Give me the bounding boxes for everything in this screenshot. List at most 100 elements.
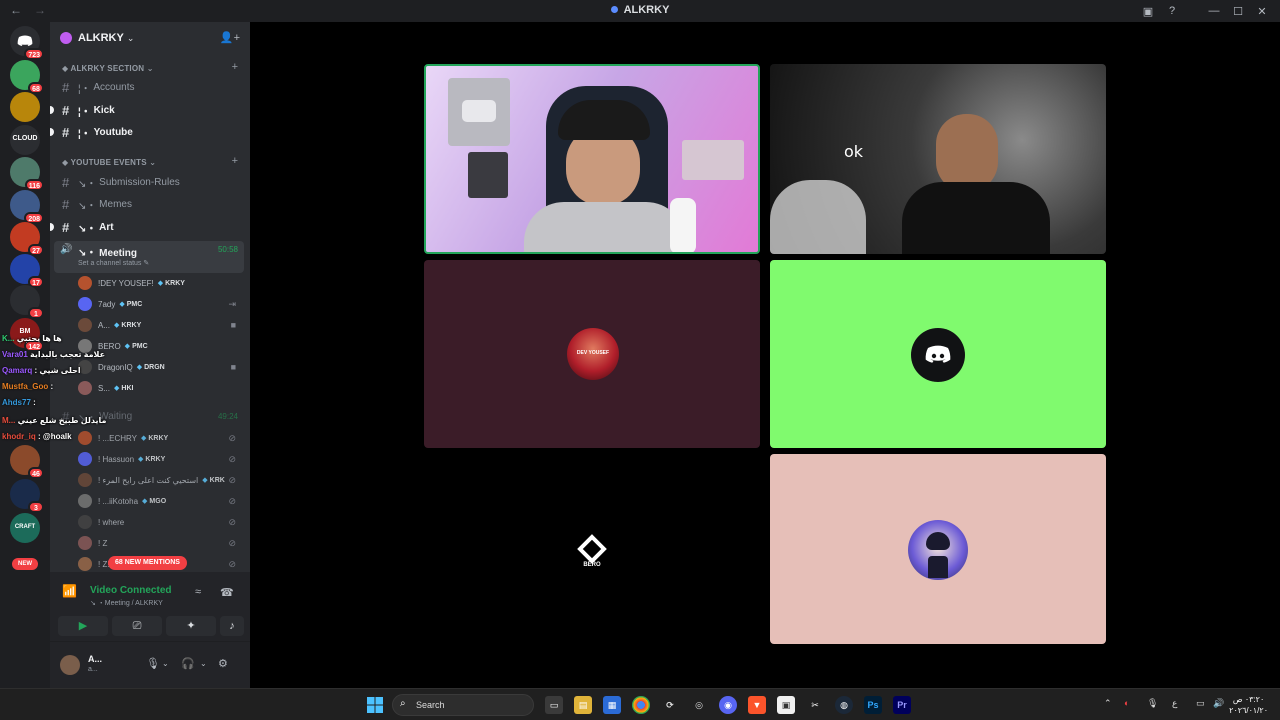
help-icon[interactable]: ? bbox=[1160, 5, 1184, 17]
steam-icon[interactable]: ◍ bbox=[835, 696, 853, 714]
voice-state-icon: ⊘ bbox=[228, 495, 236, 506]
server-icon[interactable]: 3 bbox=[10, 479, 44, 513]
avatar bbox=[78, 318, 92, 332]
chrome-icon[interactable] bbox=[632, 696, 650, 714]
notes-icon[interactable]: ▣ bbox=[777, 696, 795, 714]
voice-user[interactable]: ! ...iiKotoha ◆ MGO ⊘ bbox=[78, 491, 244, 511]
channel-accounts[interactable]: # ¦・ Accounts bbox=[58, 77, 244, 97]
channel-status-button[interactable]: Set a channel status ✎ bbox=[78, 259, 149, 267]
invite-people-icon[interactable]: 👤+ bbox=[220, 31, 240, 44]
channel-youtube[interactable]: # ¦・ Youtube bbox=[50, 122, 244, 142]
volume-icon[interactable]: 🔊 bbox=[1213, 698, 1224, 709]
clock[interactable]: ٠٣:٢٠ ص ٢٠٢٦/٠١/٢٠ bbox=[1229, 694, 1268, 716]
maximize-button[interactable]: ☐ bbox=[1226, 5, 1250, 18]
gear-icon[interactable]: ⚙ bbox=[218, 657, 228, 670]
voice-user[interactable]: ! Hassuon ◆ KRKY ⊘ bbox=[78, 449, 244, 469]
chevron-down-icon[interactable]: ⌄ bbox=[162, 659, 169, 668]
minimize-button[interactable]: — bbox=[1202, 5, 1226, 17]
speaker-icon: 🔊 bbox=[60, 244, 73, 255]
steam-alt-icon[interactable]: ◎ bbox=[690, 696, 708, 714]
voice-status-location[interactable]: ↘ ・Meeting / ALKRKY bbox=[90, 598, 163, 608]
inbox-icon[interactable]: ▣ bbox=[1136, 5, 1160, 18]
gem-icon: ◆ bbox=[142, 498, 148, 505]
server-initials: CRAFT bbox=[14, 524, 36, 530]
headphones-icon[interactable]: 🎧 bbox=[181, 657, 195, 670]
chevron-up-icon[interactable]: ⌃ bbox=[1104, 698, 1112, 709]
store-icon[interactable]: ▦ bbox=[603, 696, 621, 714]
avatar-body bbox=[928, 556, 948, 578]
avatar bbox=[911, 328, 965, 382]
video-tile-1[interactable] bbox=[424, 64, 760, 254]
channel-prefix: ¦・ bbox=[78, 83, 91, 95]
home-button[interactable]: 723 bbox=[10, 26, 44, 60]
new-mentions-button[interactable]: 68 NEW MENTIONS bbox=[108, 556, 187, 570]
video-tile-6[interactable] bbox=[770, 454, 1106, 644]
brave-icon[interactable]: ▼ bbox=[748, 696, 766, 714]
server-header[interactable]: ALKRKY ⌄ 👤+ bbox=[50, 22, 250, 54]
channel-label: Art bbox=[99, 221, 114, 233]
avatar[interactable] bbox=[60, 655, 80, 675]
photoshop-icon[interactable]: Ps bbox=[864, 696, 882, 714]
chat-message: Vara01 علامة تعجب بالبداية bbox=[2, 350, 105, 359]
premiere-icon[interactable]: Pr bbox=[893, 696, 911, 714]
channel-prefix: ↘・ bbox=[78, 178, 97, 190]
video-tile-3[interactable]: DEV YOUSEF bbox=[424, 260, 760, 448]
language-indicator[interactable]: ع bbox=[1172, 698, 1177, 709]
voice-channel-meeting[interactable]: 🔊 ↘・ Meeting 50:58 Set a channel status … bbox=[54, 241, 244, 273]
voice-user[interactable]: ! Z ⊘ bbox=[78, 533, 244, 553]
server-icon[interactable]: 208 bbox=[10, 190, 44, 224]
server-icon[interactable]: 68 bbox=[10, 60, 44, 94]
screen-share-button[interactable]: ⎚ bbox=[112, 616, 162, 636]
microphone-icon[interactable]: 🎙 bbox=[1147, 698, 1158, 709]
start-button[interactable] bbox=[366, 696, 384, 714]
video-tile-2[interactable]: ok bbox=[770, 64, 1106, 254]
signal-icon[interactable]: 📶 bbox=[62, 584, 77, 598]
channel-art[interactable]: # ↘・ Art bbox=[50, 217, 244, 237]
new-unreads-pill[interactable]: NEW bbox=[12, 558, 38, 570]
chevron-down-icon[interactable]: ⌄ bbox=[200, 659, 207, 668]
server-icon[interactable]: CRAFT bbox=[10, 513, 40, 543]
server-icon[interactable]: CLOUD bbox=[10, 125, 40, 155]
capcut-icon[interactable]: ✂ bbox=[806, 696, 824, 714]
create-channel-icon[interactable]: + bbox=[232, 61, 238, 73]
discord-taskbar-icon[interactable]: ◉ bbox=[719, 696, 737, 714]
voice-state-icon: ■ bbox=[230, 362, 236, 372]
activities-button[interactable]: ✦ bbox=[166, 616, 216, 636]
microphone-icon[interactable]: 🎙 bbox=[146, 657, 160, 670]
video-tile-5[interactable]: BERO bbox=[424, 454, 760, 644]
camera-button[interactable]: ▶ bbox=[58, 616, 108, 636]
avatar bbox=[78, 515, 92, 529]
server-icon[interactable]: 116 bbox=[10, 157, 44, 191]
chat-text: : @hoalk bbox=[38, 432, 72, 441]
chat-text: مايدلل طبيخ شلع عيني bbox=[17, 416, 107, 425]
taskbar-search[interactable]: ⌕ Search bbox=[392, 694, 534, 716]
server-icon[interactable] bbox=[10, 92, 40, 122]
soundboard-button[interactable]: ♪ bbox=[220, 616, 244, 636]
file-explorer-icon[interactable]: ▤ bbox=[574, 696, 592, 714]
server-icon[interactable]: 27 bbox=[10, 222, 44, 256]
voice-user[interactable]: ! استحيي كنت اعلى رايح المرء ◆ KRK ⊘ bbox=[78, 470, 244, 490]
voice-user[interactable]: !DEY YOUSEF! ◆ KRKY bbox=[78, 273, 244, 293]
noise-suppression-icon[interactable]: ≈ bbox=[195, 586, 201, 598]
app-icon[interactable]: ⟳ bbox=[661, 696, 679, 714]
close-button[interactable]: ✕ bbox=[1250, 5, 1274, 18]
network-icon[interactable]: ▭ bbox=[1196, 698, 1205, 709]
server-icon[interactable]: 17 bbox=[10, 254, 44, 288]
voice-user[interactable]: ! where ⊘ bbox=[78, 512, 244, 532]
server-icon[interactable]: 1 bbox=[10, 285, 44, 319]
clan-tag-text: KRK bbox=[209, 477, 225, 484]
channel-submission-rules[interactable]: # ↘・ Submission-Rules bbox=[58, 172, 244, 192]
channel-kick[interactable]: # ¦・ Kick bbox=[50, 100, 244, 120]
server-icon[interactable]: 46 bbox=[10, 445, 44, 479]
channel-label: Submission-Rules bbox=[99, 176, 180, 188]
voice-user[interactable]: 7ady ◆ PMC ⇥ bbox=[78, 294, 244, 314]
disconnect-icon[interactable]: ☎ bbox=[220, 586, 234, 599]
create-channel-icon[interactable]: + bbox=[232, 155, 238, 167]
video-tile-4[interactable] bbox=[770, 260, 1106, 448]
channel-label: Youtube bbox=[93, 126, 133, 138]
category-youtube-events[interactable]: ◆ YOUTUBE EVENTS ⌄ bbox=[62, 158, 156, 167]
channel-memes[interactable]: # ↘・ Memes bbox=[58, 194, 244, 214]
tray-app-icon[interactable]: ◐ bbox=[1124, 698, 1129, 708]
task-view-icon[interactable]: ▭ bbox=[545, 696, 563, 714]
category-alkrky-section[interactable]: ◆ ALKRKY SECTION ⌄ bbox=[62, 64, 154, 73]
